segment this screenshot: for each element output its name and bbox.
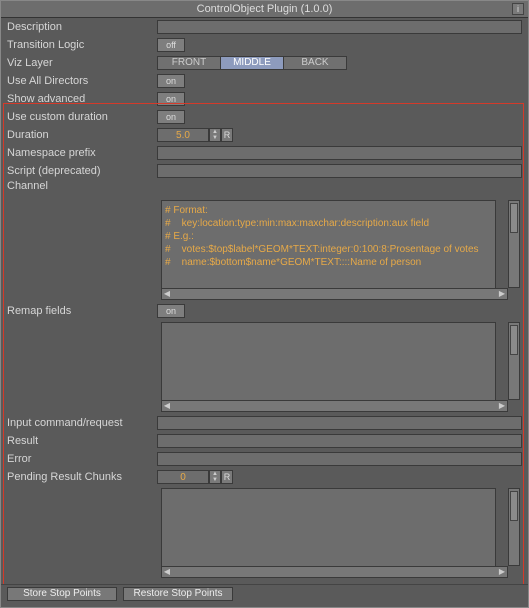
- remap-area: ◀▶: [161, 322, 520, 412]
- input-command-label: Input command/request: [7, 417, 157, 429]
- viz-layer-back[interactable]: BACK: [283, 56, 347, 70]
- chevron-left-icon: ◀: [162, 567, 172, 577]
- chevron-right-icon: ▶: [497, 289, 507, 299]
- namespace-prefix-input[interactable]: [157, 146, 522, 160]
- error-input[interactable]: [157, 452, 522, 466]
- channel-vscrollbar[interactable]: [508, 200, 520, 288]
- chevron-right-icon: ▶: [497, 401, 507, 411]
- channel-textarea[interactable]: [161, 200, 496, 300]
- pending-spinner[interactable]: ▲▼: [209, 470, 221, 484]
- plugin-panel: ControlObject Plugin (1.0.0) i Descripti…: [0, 0, 529, 608]
- remap-vscrollbar[interactable]: [508, 322, 520, 400]
- remap-hscrollbar[interactable]: ◀▶: [161, 400, 508, 412]
- scrollbar-thumb[interactable]: [510, 203, 518, 233]
- chevron-left-icon: ◀: [162, 289, 172, 299]
- viz-layer-label: Viz Layer: [7, 57, 157, 69]
- duration-label: Duration: [7, 129, 157, 141]
- remap-textarea[interactable]: [161, 322, 496, 412]
- chevron-right-icon: ▶: [497, 567, 507, 577]
- duration-reset-button[interactable]: R: [221, 128, 233, 142]
- restore-stop-points-button[interactable]: Restore Stop Points: [123, 587, 233, 601]
- viz-layer-middle[interactable]: MIDDLE: [220, 56, 284, 70]
- error-label: Error: [7, 453, 157, 465]
- scrollbar-thumb[interactable]: [510, 491, 518, 521]
- pending-textarea[interactable]: [161, 488, 496, 578]
- description-input[interactable]: [157, 20, 522, 34]
- pending-result-chunks-input[interactable]: [157, 470, 209, 484]
- use-custom-duration-toggle[interactable]: on: [157, 110, 185, 124]
- chevron-down-icon: ▼: [210, 135, 220, 141]
- duration-spinner[interactable]: ▲▼: [209, 128, 221, 142]
- channel-hscrollbar[interactable]: ◀▶: [161, 288, 508, 300]
- script-deprecated-label: Script (deprecated): [7, 165, 157, 177]
- channel-area: ◀▶: [161, 200, 520, 300]
- pending-hscrollbar[interactable]: ◀▶: [161, 566, 508, 578]
- viz-layer-segment: FRONT MIDDLE BACK: [157, 56, 522, 70]
- chevron-down-icon: ▼: [210, 477, 220, 483]
- use-custom-duration-label: Use custom duration: [7, 111, 157, 123]
- show-advanced-toggle[interactable]: on: [157, 92, 185, 106]
- input-command-input[interactable]: [157, 416, 522, 430]
- namespace-prefix-label: Namespace prefix: [7, 147, 157, 159]
- use-all-directors-label: Use All Directors: [7, 75, 157, 87]
- remap-fields-toggle[interactable]: on: [157, 304, 185, 318]
- chevron-left-icon: ◀: [162, 401, 172, 411]
- pending-vscrollbar[interactable]: [508, 488, 520, 566]
- scrollbar-thumb[interactable]: [510, 325, 518, 355]
- viz-layer-front[interactable]: FRONT: [157, 56, 221, 70]
- channel-label: Channel: [7, 180, 157, 192]
- body: Description Transition Logic off Viz Lay…: [1, 18, 528, 578]
- use-all-directors-toggle[interactable]: on: [157, 74, 185, 88]
- info-icon[interactable]: i: [512, 3, 524, 15]
- transition-logic-toggle[interactable]: off: [157, 38, 185, 52]
- pending-reset-button[interactable]: R: [221, 470, 233, 484]
- pending-area: ◀▶: [161, 488, 520, 578]
- remap-fields-label: Remap fields: [7, 305, 157, 317]
- duration-input[interactable]: [157, 128, 209, 142]
- description-label: Description: [7, 21, 157, 33]
- store-stop-points-button[interactable]: Store Stop Points: [7, 587, 117, 601]
- title-bar: ControlObject Plugin (1.0.0) i: [1, 1, 528, 18]
- window-title: ControlObject Plugin (1.0.0): [197, 3, 333, 15]
- result-label: Result: [7, 435, 157, 447]
- pending-result-chunks-label: Pending Result Chunks: [7, 471, 157, 483]
- result-input[interactable]: [157, 434, 522, 448]
- show-advanced-label: Show advanced: [7, 93, 157, 105]
- transition-logic-label: Transition Logic: [7, 39, 157, 51]
- footer: Store Stop Points Restore Stop Points: [1, 584, 528, 607]
- script-deprecated-input[interactable]: [157, 164, 522, 178]
